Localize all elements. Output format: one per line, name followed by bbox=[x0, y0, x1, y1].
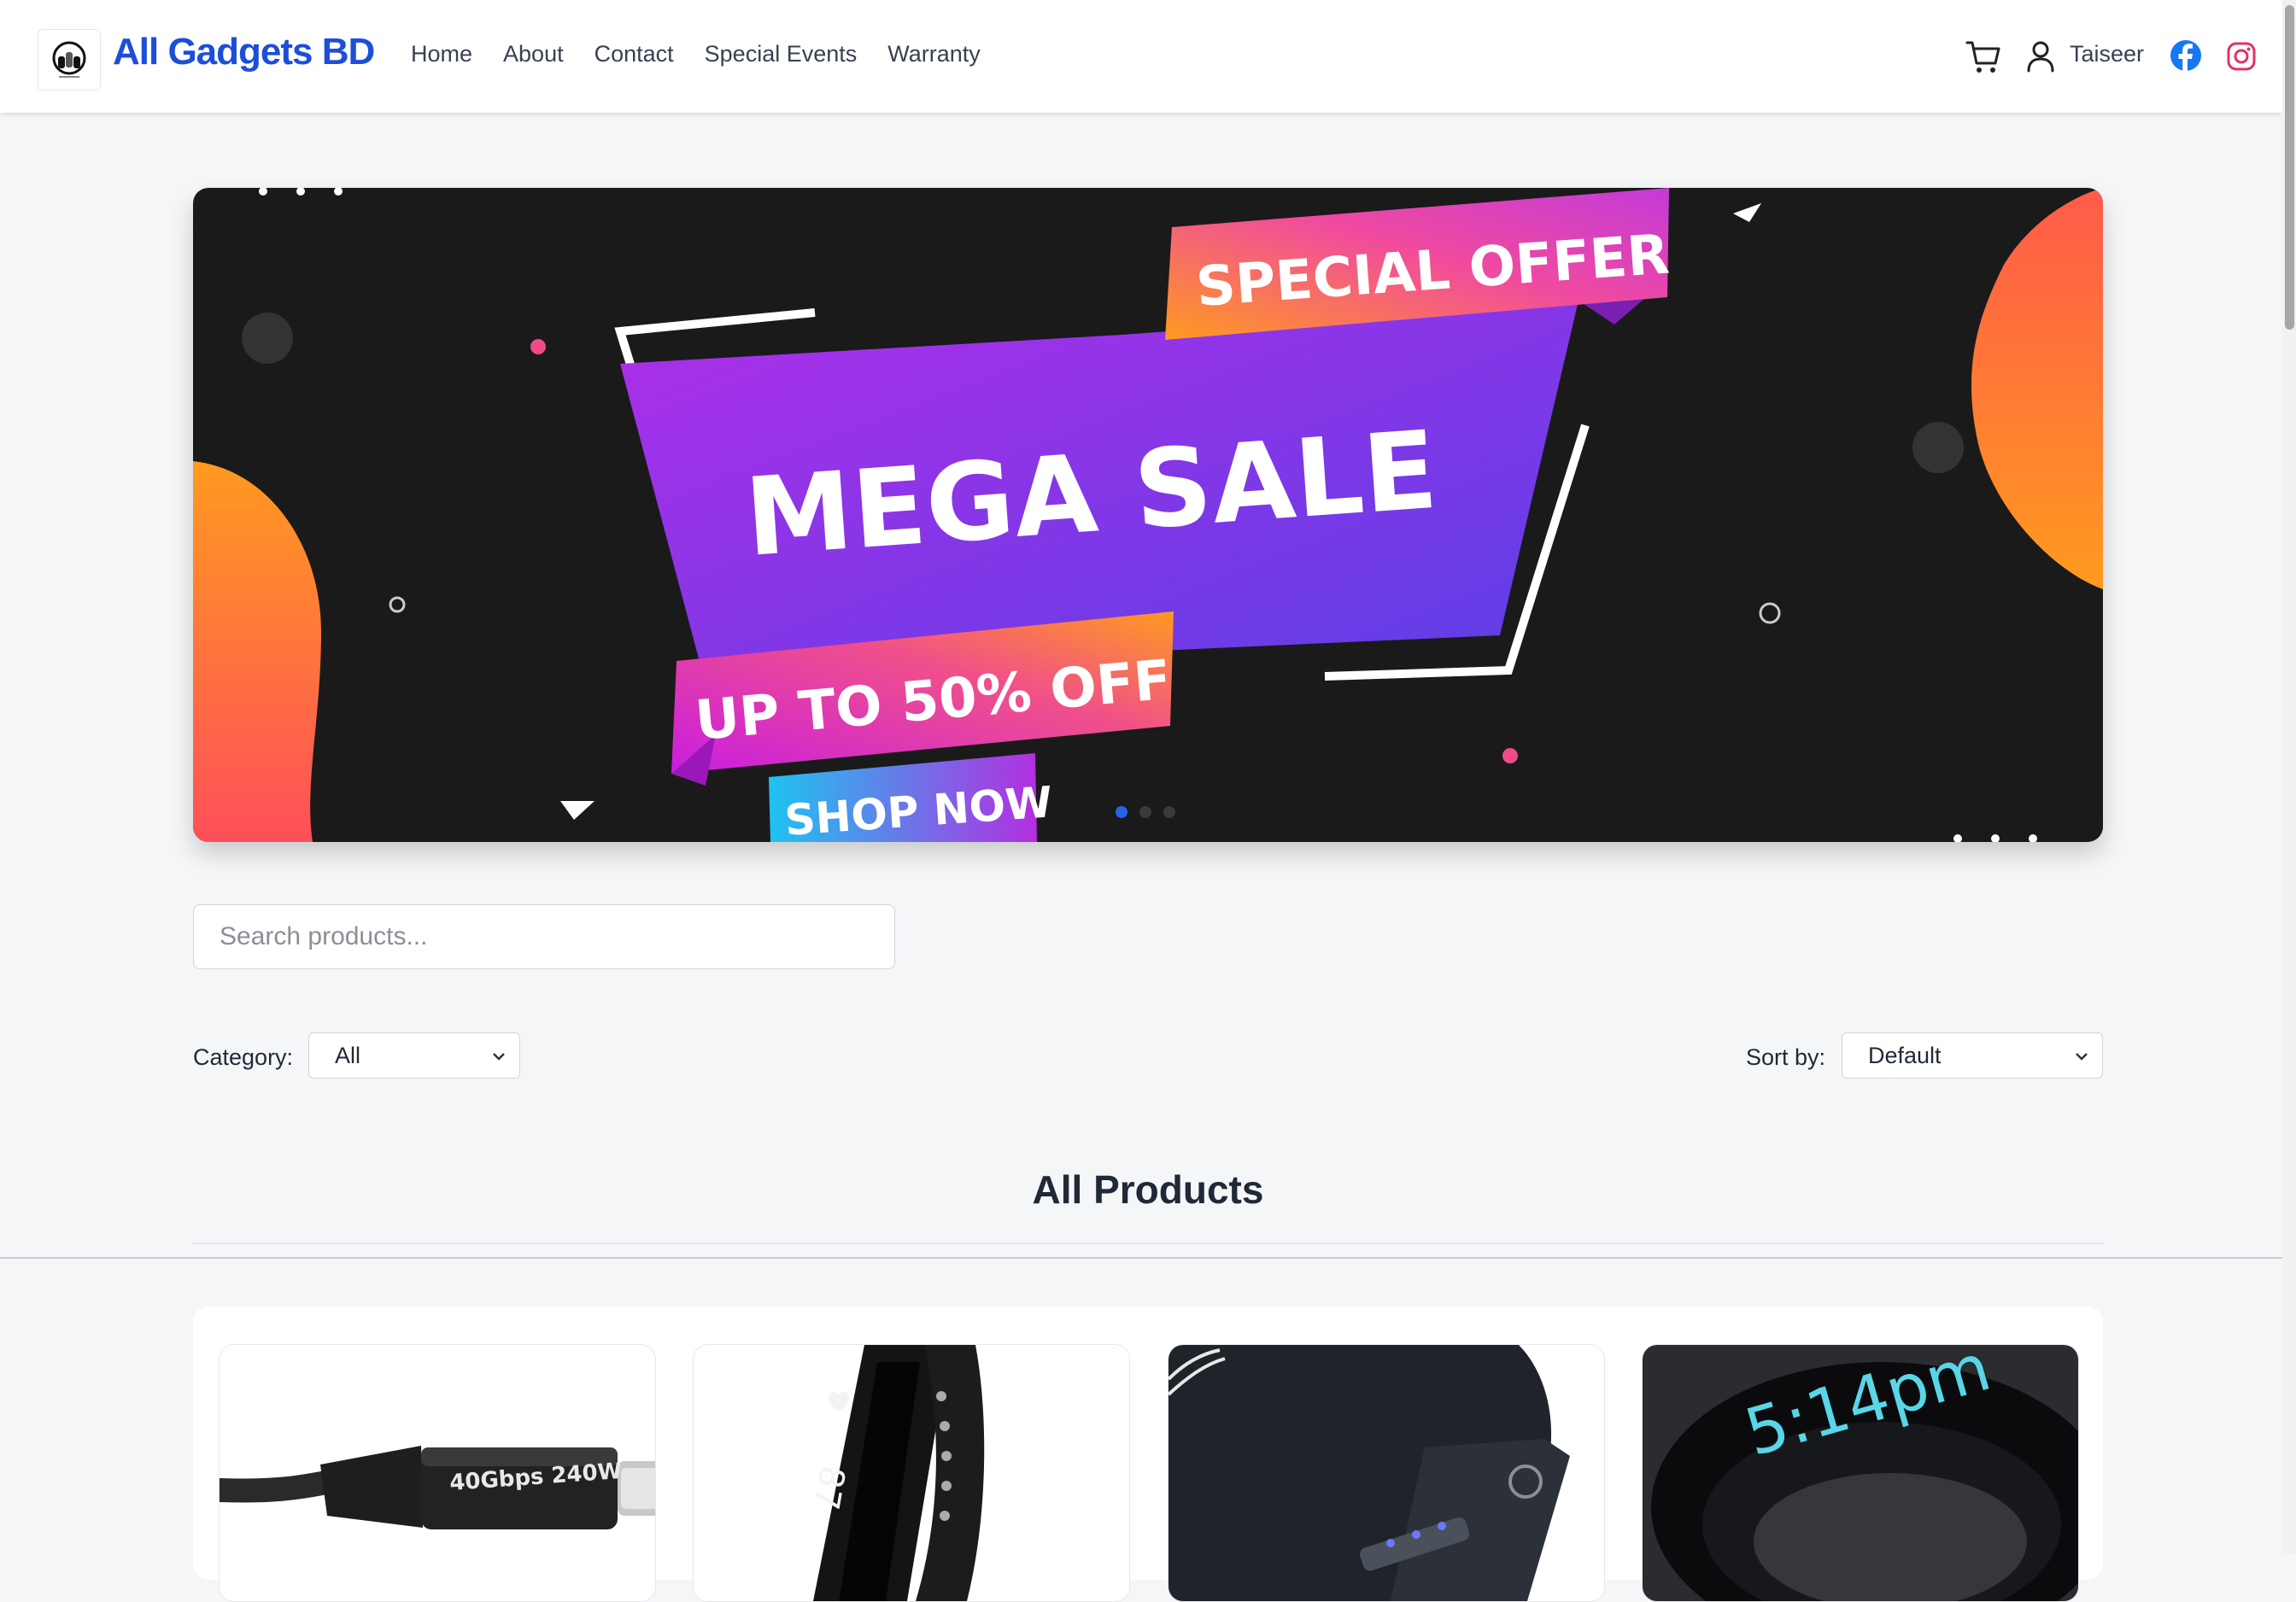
sort-select[interactable]: Default bbox=[1842, 1032, 2103, 1079]
hero-banner-carousel[interactable]: SPECIAL OFFER MEGA SALE UP TO 50% OFF SH… bbox=[193, 188, 2103, 842]
page-scrollbar[interactable] bbox=[2282, 0, 2296, 1554]
power-bank-image bbox=[1168, 1345, 1604, 1601]
nav-link-about[interactable]: About bbox=[503, 41, 564, 67]
nav-link-contact[interactable]: Contact bbox=[594, 41, 674, 67]
instagram-icon[interactable] bbox=[2226, 41, 2257, 72]
main-nav: Home About Contact Special Events Warran… bbox=[411, 41, 1011, 67]
page-divider bbox=[0, 1257, 2282, 1259]
brand-logo[interactable] bbox=[38, 29, 101, 91]
category-label: Category: bbox=[193, 1044, 294, 1070]
carousel-dot-2[interactable] bbox=[1139, 806, 1151, 818]
sort-label: Sort by: bbox=[1746, 1044, 1826, 1070]
product-card[interactable]: 40Gbps 240W bbox=[219, 1344, 656, 1602]
mega-sale-banner-image: SPECIAL OFFER MEGA SALE UP TO 50% OFF SH… bbox=[193, 188, 2103, 842]
nav-link-home[interactable]: Home bbox=[411, 41, 472, 67]
category-select-value: All bbox=[335, 1042, 361, 1068]
navbar: All Gadgets BD Home About Contact Specia… bbox=[0, 0, 2282, 113]
all-products-heading: All Products bbox=[1032, 1167, 1264, 1212]
facebook-icon[interactable] bbox=[2170, 39, 2202, 72]
carousel-indicators bbox=[1116, 806, 1175, 818]
sort-select-value: Default bbox=[1868, 1042, 1942, 1068]
smart-ring-image: 5:14pm bbox=[1643, 1345, 2078, 1601]
carousel-dot-1[interactable] bbox=[1116, 806, 1128, 818]
chevron-down-icon bbox=[2076, 1053, 2088, 1061]
category-select[interactable]: All bbox=[308, 1032, 520, 1079]
username[interactable]: Taiseer bbox=[2070, 41, 2144, 67]
product-card[interactable]: 87 bbox=[693, 1344, 1130, 1602]
fitness-band-image: 87 bbox=[694, 1345, 1129, 1601]
headphone-logo-icon bbox=[52, 41, 86, 78]
nav-link-special-events[interactable]: Special Events bbox=[705, 41, 858, 67]
product-card[interactable] bbox=[1168, 1344, 1605, 1602]
search-input[interactable] bbox=[193, 904, 895, 969]
product-card[interactable]: 5:14pm bbox=[1642, 1344, 2079, 1602]
usb-c-cable-image: 40Gbps 240W bbox=[220, 1345, 655, 1601]
cart-icon[interactable] bbox=[1965, 38, 2002, 75]
user-icon[interactable] bbox=[2025, 40, 2056, 73]
product-2-label: 87 bbox=[805, 1463, 852, 1512]
nav-link-warranty[interactable]: Warranty bbox=[887, 41, 981, 67]
scrollbar-thumb[interactable] bbox=[2285, 5, 2294, 330]
section-divider bbox=[193, 1242, 2103, 1244]
chevron-down-icon bbox=[493, 1053, 505, 1061]
carousel-dot-3[interactable] bbox=[1163, 806, 1175, 818]
brand-name[interactable]: All Gadgets BD bbox=[113, 31, 375, 73]
